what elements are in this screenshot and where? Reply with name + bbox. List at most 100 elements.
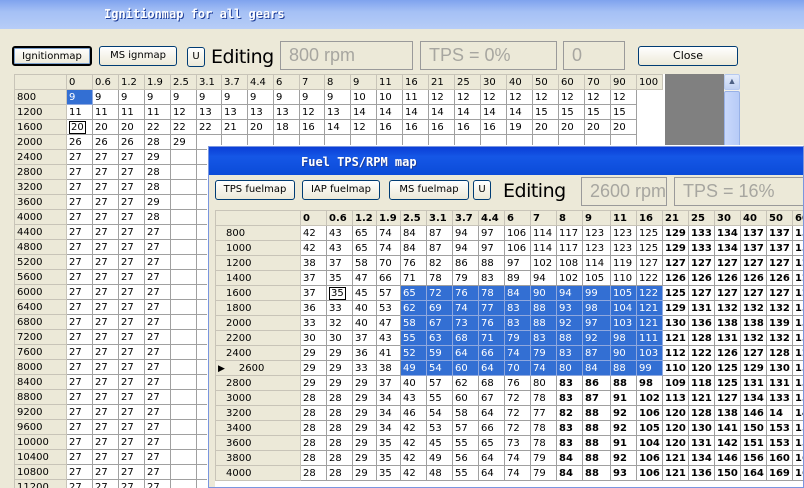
- map-cell[interactable]: 29: [326, 375, 353, 391]
- map-cell[interactable]: 127: [740, 285, 767, 301]
- map-cell[interactable]: 127: [740, 255, 767, 271]
- map-cell[interactable]: 37: [300, 270, 327, 286]
- map-cell[interactable]: 27: [66, 434, 93, 450]
- map-cell[interactable]: 27: [92, 449, 119, 465]
- map-cell[interactable]: 16: [792, 465, 803, 481]
- map-cell[interactable]: 27: [118, 209, 145, 225]
- map-cell[interactable]: 27: [144, 224, 171, 240]
- map-cell[interactable]: 132: [740, 330, 767, 346]
- map-cell[interactable]: 27: [144, 389, 171, 405]
- map-cell[interactable]: 169: [766, 465, 793, 481]
- map-cell[interactable]: 128: [688, 405, 715, 421]
- map-cell[interactable]: 67: [426, 315, 453, 331]
- map-cell[interactable]: 121: [662, 450, 689, 466]
- map-cell[interactable]: 83: [556, 390, 583, 406]
- map-cell[interactable]: 30: [300, 330, 327, 346]
- map-cell[interactable]: 47: [352, 270, 377, 286]
- map-cell[interactable]: 34: [376, 405, 401, 421]
- map-cell[interactable]: 27: [118, 284, 145, 300]
- map-cell[interactable]: 11: [402, 89, 429, 105]
- map-cell[interactable]: 12: [454, 89, 481, 105]
- map-cell[interactable]: 28: [300, 420, 327, 436]
- map-cell[interactable]: 37: [352, 330, 377, 346]
- map-cell[interactable]: 27: [118, 314, 145, 330]
- map-cell[interactable]: 138: [740, 315, 767, 331]
- map-cell[interactable]: 27: [92, 464, 119, 480]
- map-cell[interactable]: 132: [714, 300, 741, 316]
- map-cell[interactable]: 122: [636, 285, 663, 301]
- map-cell[interactable]: 126: [688, 270, 715, 286]
- map-cell[interactable]: 12: [584, 89, 611, 105]
- map-cell[interactable]: 20: [558, 119, 585, 135]
- map-cell[interactable]: 27: [118, 149, 145, 165]
- map-cell[interactable]: 98: [610, 330, 637, 346]
- map-cell[interactable]: 9: [92, 89, 119, 105]
- map-cell[interactable]: 60: [452, 390, 479, 406]
- map-cell[interactable]: 120: [688, 360, 715, 376]
- map-cell[interactable]: 76: [504, 375, 531, 391]
- map-cell[interactable]: 27: [144, 284, 171, 300]
- map-cell[interactable]: 92: [582, 330, 611, 346]
- map-cell[interactable]: 36: [352, 345, 377, 361]
- map-cell[interactable]: 13: [247, 104, 274, 120]
- map-cell[interactable]: 27: [92, 179, 119, 195]
- map-cell[interactable]: 15: [792, 420, 803, 436]
- map-cell[interactable]: 28: [144, 209, 171, 225]
- map-cell[interactable]: 27: [92, 269, 119, 285]
- map-cell[interactable]: 110: [610, 270, 637, 286]
- map-cell[interactable]: 138: [714, 315, 741, 331]
- map-cell[interactable]: 13: [792, 315, 803, 331]
- map-cell[interactable]: 20: [532, 119, 559, 135]
- map-cell[interactable]: 137: [766, 240, 793, 256]
- map-cell[interactable]: 27: [144, 314, 171, 330]
- map-cell[interactable]: 134: [714, 240, 741, 256]
- map-cell[interactable]: 29: [144, 149, 171, 165]
- map-cell[interactable]: 114: [530, 225, 557, 241]
- map-cell[interactable]: 128: [688, 330, 715, 346]
- map-cell[interactable]: 10: [376, 89, 403, 105]
- map-cell[interactable]: 150: [714, 465, 741, 481]
- map-cell[interactable]: 138: [714, 405, 741, 421]
- map-cell[interactable]: 88: [556, 330, 583, 346]
- map-cell[interactable]: 37: [376, 375, 401, 391]
- map-cell[interactable]: 88: [610, 360, 637, 376]
- map-cell[interactable]: 42: [400, 450, 427, 466]
- map-cell[interactable]: 102: [636, 390, 663, 406]
- map-cell[interactable]: 27: [66, 194, 93, 210]
- map-cell[interactable]: [170, 434, 197, 450]
- map-cell[interactable]: 87: [426, 225, 453, 241]
- map-cell[interactable]: 105: [582, 270, 611, 286]
- map-cell[interactable]: 29: [144, 194, 171, 210]
- map-cell[interactable]: 40: [352, 300, 377, 316]
- map-cell[interactable]: 130: [766, 360, 793, 376]
- map-cell[interactable]: 27: [144, 254, 171, 270]
- map-cell[interactable]: [170, 389, 197, 405]
- map-cell[interactable]: 11: [118, 104, 145, 120]
- map-cell[interactable]: 122: [636, 270, 663, 286]
- map-cell[interactable]: 98: [582, 300, 611, 316]
- map-cell[interactable]: 42: [300, 240, 327, 256]
- map-cell[interactable]: 12: [792, 270, 803, 286]
- map-cell[interactable]: 87: [582, 390, 611, 406]
- u-button[interactable]: U: [187, 47, 205, 67]
- map-cell[interactable]: 28: [326, 405, 353, 421]
- map-cell[interactable]: 9: [170, 89, 197, 105]
- map-cell[interactable]: 66: [376, 270, 401, 286]
- map-cell[interactable]: 55: [452, 465, 479, 481]
- map-cell[interactable]: 119: [610, 255, 637, 271]
- map-cell[interactable]: 88: [582, 435, 611, 451]
- map-cell[interactable]: 38: [376, 360, 401, 376]
- map-cell[interactable]: 28: [326, 420, 353, 436]
- map-cell[interactable]: [170, 194, 197, 210]
- map-cell[interactable]: 72: [504, 405, 531, 421]
- map-cell[interactable]: 54: [426, 405, 453, 421]
- map-cell[interactable]: 130: [688, 420, 715, 436]
- map-cell[interactable]: 27: [66, 284, 93, 300]
- map-cell[interactable]: 90: [530, 285, 557, 301]
- map-cell[interactable]: 53: [426, 420, 453, 436]
- map-cell[interactable]: 34: [376, 390, 401, 406]
- map-cell[interactable]: 74: [530, 360, 557, 376]
- map-cell[interactable]: 9: [299, 89, 325, 105]
- map-cell[interactable]: 131: [688, 435, 715, 451]
- map-cell[interactable]: 28: [326, 435, 353, 451]
